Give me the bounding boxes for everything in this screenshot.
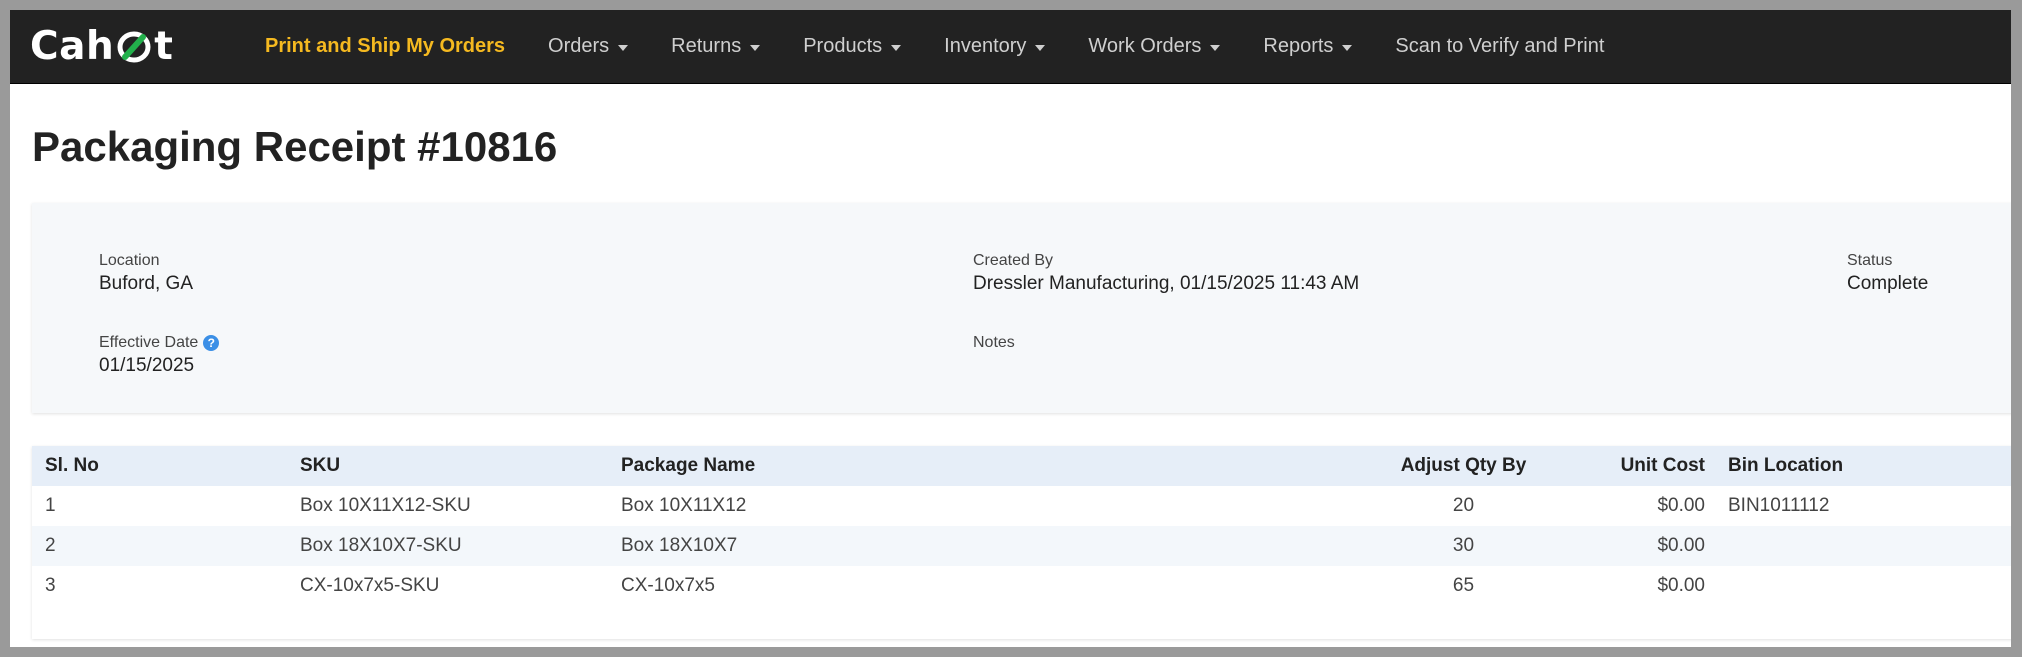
caret-down-icon — [1342, 44, 1353, 51]
cell-package-name: CX-10x7x5 — [621, 575, 715, 596]
main-nav: Print and Ship My Orders Orders Returns … — [265, 10, 1647, 83]
nav-returns[interactable]: Returns — [671, 35, 761, 58]
cell-sl-no: 2 — [32, 526, 300, 566]
header-adjust-qty[interactable]: Adjust Qty By — [1371, 446, 1556, 486]
notes-field: Notes — [973, 333, 1015, 353]
cell-unit-cost: $0.00 — [1556, 526, 1705, 566]
nav-inventory[interactable]: Inventory — [944, 35, 1046, 58]
cell-unit-cost: $0.00 — [1657, 495, 1705, 516]
app-window: Cah t Print and Ship My Orders Orders Re… — [10, 10, 2011, 647]
table-row: 1 Box 10X11X12-SKU Box 10X11X12 20 $0.00… — [32, 486, 2011, 526]
header-sku[interactable]: SKU — [300, 446, 621, 486]
logo-text-right: t — [154, 24, 174, 69]
cahoot-logo[interactable]: Cah t — [30, 26, 173, 68]
cell-bin-location — [1705, 526, 2011, 566]
effective-date-field: Effective Date ? 01/15/2025 — [99, 333, 220, 378]
nav-print-and-ship[interactable]: Print and Ship My Orders — [265, 35, 505, 58]
header-unit-cost[interactable]: Unit Cost — [1556, 446, 1705, 486]
nav-orders[interactable]: Orders — [548, 35, 629, 58]
effective-date-value: 01/15/2025 — [99, 355, 195, 376]
status-value: Complete — [1847, 273, 1929, 294]
location-label: Location — [99, 252, 160, 269]
nav-label: Reports — [1263, 35, 1334, 57]
nav-label: Orders — [548, 35, 610, 57]
cell-package-name: Box 18X10X7 — [621, 526, 1371, 566]
logo-ring-icon — [117, 31, 151, 63]
caret-down-icon — [891, 44, 902, 51]
table-row: 2 Box 18X10X7-SKU Box 18X10X7 30 $0.00 — [32, 526, 2011, 566]
receipt-info-panel: Location Buford, GA Created By Dressler … — [32, 203, 2011, 413]
header-sl-no[interactable]: Sl. No — [32, 446, 300, 486]
cell-adjust-qty: 30 — [1371, 526, 1556, 566]
cell-sku: Box 10X11X12-SKU — [300, 495, 471, 516]
top-navbar: Cah t Print and Ship My Orders Orders Re… — [10, 10, 2011, 84]
table-header-row: Sl. No SKU Package Name Adjust Qty By Un… — [32, 446, 2011, 486]
logo-text-left: Cah — [30, 24, 115, 69]
created-by-value: Dressler Manufacturing, 01/15/2025 11:43… — [973, 273, 1360, 294]
header-bin-location[interactable]: Bin Location — [1705, 446, 2011, 486]
location-field: Location Buford, GA — [99, 251, 193, 296]
items-table: Sl. No SKU Package Name Adjust Qty By Un… — [32, 446, 2011, 606]
created-by-field: Created By Dressler Manufacturing, 01/15… — [973, 251, 1359, 296]
nav-label: Work Orders — [1088, 35, 1202, 57]
cell-sku: CX-10x7x5-SKU — [300, 575, 440, 596]
nav-label: Inventory — [944, 35, 1027, 57]
status-field: Status Complete — [1847, 251, 1928, 296]
cell-unit-cost: $0.00 — [1657, 575, 1705, 596]
location-value: Buford, GA — [99, 273, 193, 294]
nav-products[interactable]: Products — [803, 35, 902, 58]
help-icon[interactable]: ? — [203, 335, 220, 351]
cell-sl-no: 3 — [45, 575, 56, 596]
nav-work-orders[interactable]: Work Orders — [1088, 35, 1221, 58]
cell-package-name: Box 10X11X12 — [621, 495, 747, 516]
header-package-name[interactable]: Package Name — [621, 446, 1371, 486]
cell-sku: Box 18X10X7-SKU — [300, 526, 621, 566]
caret-down-icon — [750, 44, 761, 51]
table-row: 3 CX-10x7x5-SKU CX-10x7x5 65 $0.00 — [32, 566, 2011, 606]
nav-reports[interactable]: Reports — [1263, 35, 1353, 58]
nav-label: Returns — [671, 35, 742, 57]
nav-scan-to-verify[interactable]: Scan to Verify and Print — [1395, 35, 1604, 58]
cell-adjust-qty: 65 — [1452, 575, 1475, 596]
effective-date-label: Effective Date — [99, 334, 199, 351]
effective-date-label-row: Effective Date ? — [99, 333, 220, 353]
nav-label: Print and Ship My Orders — [265, 35, 506, 57]
nav-label: Products — [803, 35, 883, 57]
caret-down-icon — [1035, 44, 1046, 51]
cell-sl-no: 1 — [45, 495, 56, 516]
packaging-items-table: Sl. No SKU Package Name Adjust Qty By Un… — [32, 446, 2011, 639]
cell-bin-location: BIN1011112 — [1728, 495, 1830, 516]
cell-adjust-qty: 20 — [1452, 495, 1475, 516]
status-label: Status — [1847, 252, 1893, 269]
cell-bin-location — [1705, 566, 2011, 606]
caret-down-icon — [1210, 44, 1221, 51]
caret-down-icon — [618, 44, 629, 51]
notes-label: Notes — [973, 334, 1015, 351]
nav-label: Scan to Verify and Print — [1395, 35, 1605, 57]
created-by-label: Created By — [973, 252, 1054, 269]
page-title: Packaging Receipt #10816 — [32, 123, 558, 170]
